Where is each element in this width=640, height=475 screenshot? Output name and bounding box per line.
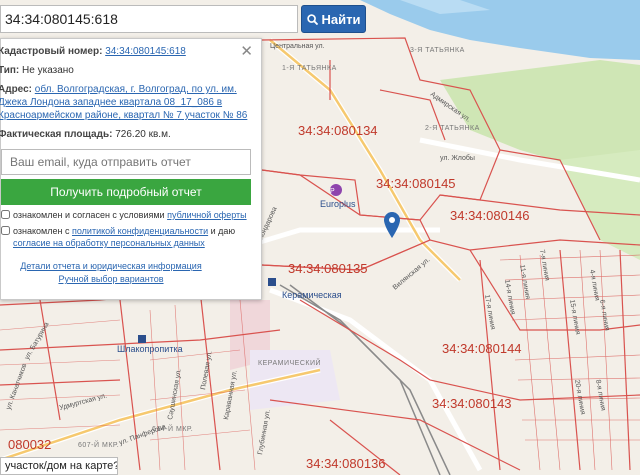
district-label: 607-Й МКР. <box>78 440 119 449</box>
type-row: Тип: Не указано <box>0 64 261 77</box>
report-details-link[interactable]: Детали отчета и юридическая информация <box>1 261 261 271</box>
privacy-text: ознакомлен с <box>13 226 70 236</box>
cadastral-block-label[interactable]: 34:34:080146 <box>450 208 530 223</box>
get-report-button[interactable]: Получить подробный отчет <box>1 179 251 205</box>
cadastral-label: Кадастровый номер: <box>0 46 103 57</box>
cadastral-block-label[interactable]: 34:34:080136 <box>306 456 386 471</box>
cadastral-block-label[interactable]: 34:34:080144 <box>442 341 522 356</box>
offer-text: ознакомлен и согласен с условиями <box>13 210 165 220</box>
svg-text:Шлакопропитка: Шлакопропитка <box>117 344 183 354</box>
privacy-link[interactable]: политикой конфиденциальности <box>72 226 208 236</box>
manual-selection-link[interactable]: Ручной выбор вариантов <box>1 274 261 284</box>
type-value: Не указано <box>22 65 74 76</box>
cadastral-block-label[interactable]: 34:34:080145 <box>376 176 456 191</box>
street-label: ул. Жлобы <box>440 154 475 162</box>
cadastral-row: Кадастровый номер: 34:34:080145:618 <box>0 45 261 58</box>
cadastral-block-label[interactable]: 34:34:080135 <box>288 261 368 276</box>
district-label: 1-Я ТАТЬЯНКА <box>282 65 337 72</box>
cadastral-block-label[interactable]: 34:34:080134 <box>298 123 378 138</box>
svg-text:Europlus: Europlus <box>320 199 356 209</box>
consent-link[interactable]: согласие на обработку персональных данны… <box>13 238 205 248</box>
privacy-mid: и даю <box>210 226 236 236</box>
search-input[interactable] <box>0 5 298 33</box>
street-label: Центральная ул. <box>270 43 325 50</box>
cadastral-block-label[interactable]: 34:34:080143 <box>432 396 512 411</box>
address-row: Адрес: обл. Волгоградская, г. Волгоград,… <box>0 83 261 122</box>
area-value: 726.20 кв.м. <box>115 129 171 140</box>
svg-text:P: P <box>330 188 335 195</box>
district-label: КЕРАМИЧЕСКИЙ <box>258 358 321 367</box>
info-panel: ✕ Кадастровый номер: 34:34:080145:618 Ти… <box>0 38 262 300</box>
offer-link[interactable]: публичной оферты <box>167 210 247 220</box>
district-label: 2-Я ТАТЬЯНКА <box>425 125 480 132</box>
offer-checkbox[interactable] <box>1 210 10 219</box>
search-button[interactable]: Найти <box>301 5 366 33</box>
area-row: Фактическая площадь: 726.20 кв.м. <box>0 128 261 141</box>
search-button-label: Найти <box>321 11 361 27</box>
cadastral-block-label[interactable]: 080032 <box>8 437 51 452</box>
area-label: Фактическая площадь: <box>0 129 113 140</box>
address-label: Адрес: <box>0 84 32 95</box>
email-field[interactable] <box>1 149 251 175</box>
district-label: 3-Я ТАТЬЯНКА <box>410 47 465 54</box>
offer-checkbox-row[interactable]: ознакомлен и согласен с условиями публич… <box>1 209 261 221</box>
location-pin-icon[interactable] <box>384 212 400 243</box>
type-label: Тип: <box>0 65 20 76</box>
svg-text:Керамическая: Керамическая <box>282 290 342 300</box>
address-link[interactable]: обл. Волгоградская, г. Волгоград, по ул.… <box>0 84 247 121</box>
privacy-checkbox[interactable] <box>1 226 10 235</box>
close-icon[interactable]: ✕ <box>240 42 253 60</box>
privacy-checkbox-row[interactable]: ознакомлен с политикой конфиденциальност… <box>1 225 261 249</box>
bottom-question-chip[interactable]: участок/дом на карте? <box>0 457 118 475</box>
search-icon <box>306 13 318 25</box>
cadastral-link[interactable]: 34:34:080145:618 <box>105 46 186 57</box>
